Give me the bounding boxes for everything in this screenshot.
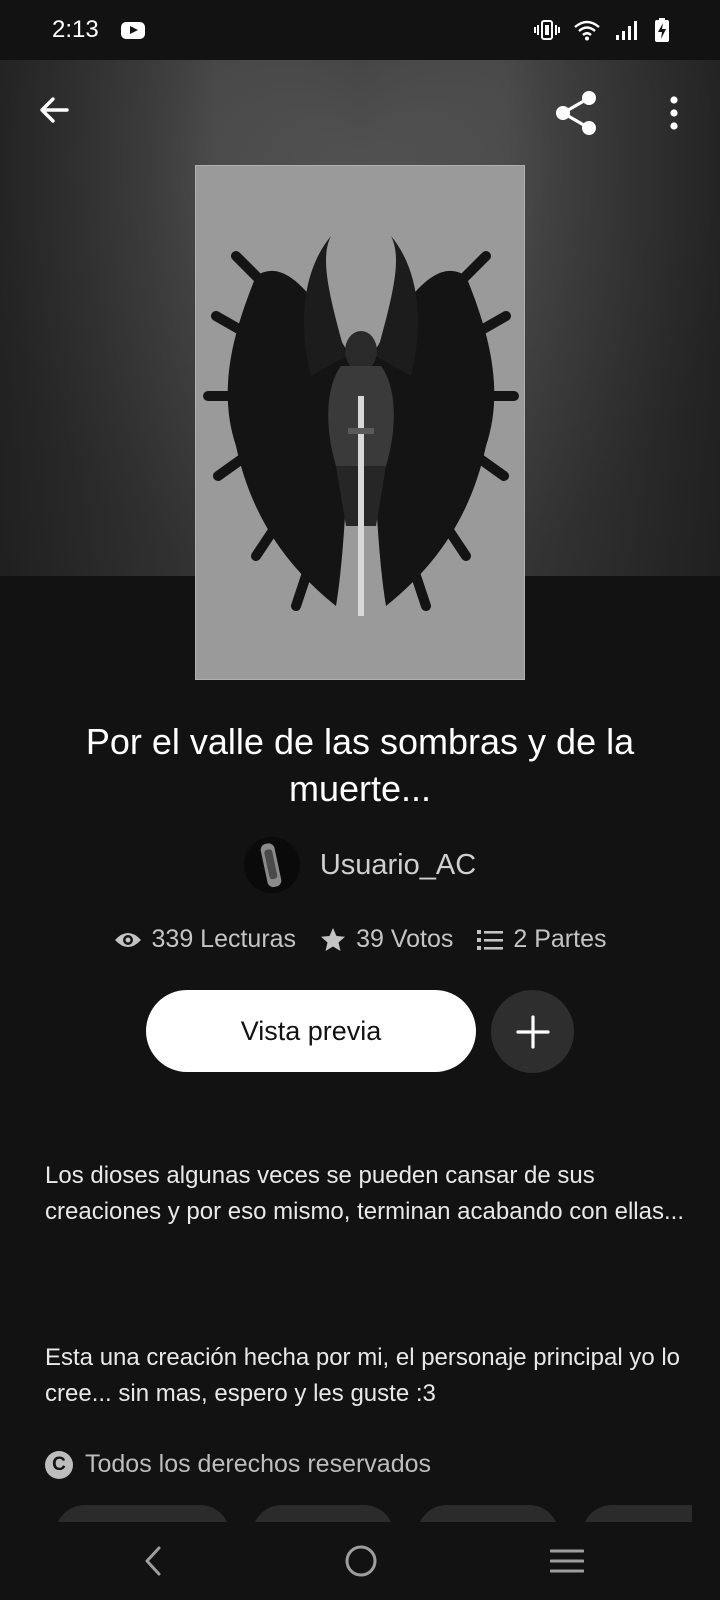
nav-home-icon: [345, 1545, 377, 1577]
avatar: [243, 837, 300, 893]
reads-stat: 339 Lecturas: [114, 925, 297, 954]
story-cover[interactable]: [195, 165, 525, 680]
copyright-text: Todos los derechos reservados: [85, 1450, 432, 1478]
author-link[interactable]: Usuario_AC: [0, 837, 720, 893]
list-icon: [477, 929, 504, 950]
share-button[interactable]: [550, 86, 604, 140]
add-to-library-button[interactable]: [491, 990, 574, 1073]
back-button[interactable]: [30, 86, 78, 134]
back-arrow-icon: [40, 97, 69, 123]
top-app-bar: [0, 80, 720, 144]
status-icons: [534, 18, 670, 42]
more-vertical-icon: [670, 96, 678, 130]
nav-back-button[interactable]: [128, 1536, 178, 1586]
plus-icon: [515, 1014, 550, 1049]
star-icon: [321, 927, 346, 951]
youtube-icon: [120, 21, 145, 39]
copyright-icon: C: [45, 1450, 73, 1479]
parts-count: 2 Partes: [513, 925, 607, 953]
nav-recents-button[interactable]: [542, 1536, 592, 1586]
system-navigation-bar: [0, 1522, 720, 1600]
signal-icon: [616, 21, 637, 40]
avatar-image: [243, 837, 300, 893]
story-title: Por el valle de las sombras y de la muer…: [85, 721, 635, 809]
battery-charging-icon: [655, 18, 669, 42]
parts-stat: 2 Partes: [477, 925, 606, 954]
reads-count: 339 Lecturas: [151, 925, 297, 953]
more-options-button[interactable]: [650, 86, 698, 140]
status-bar: 2:13: [0, 0, 720, 60]
wifi-icon: [574, 20, 600, 41]
share-icon: [556, 91, 596, 135]
cover-illustration: [196, 166, 524, 679]
votes-stat: 39 Votos: [320, 925, 453, 954]
nav-recents-icon: [550, 1549, 584, 1573]
preview-button[interactable]: Vista previa: [146, 990, 476, 1072]
nav-home-button[interactable]: [336, 1536, 386, 1586]
copyright-notice: C Todos los derechos reservados: [45, 1450, 431, 1479]
author-name: Usuario_AC: [319, 848, 477, 881]
votes-count: 39 Votos: [356, 925, 454, 953]
status-time: 2:13: [52, 16, 99, 43]
story-description-paragraph-1: Los dioses algunas veces se pueden cansa…: [45, 1162, 684, 1225]
story-stats: 339 Lecturas 39 Votos 2 Partes: [0, 925, 720, 954]
nav-back-icon: [145, 1546, 161, 1576]
eye-icon: [114, 932, 141, 947]
story-description-paragraph-2: Esta una creación hecha por mi, el perso…: [45, 1344, 681, 1407]
vibrate-icon: [534, 20, 560, 40]
